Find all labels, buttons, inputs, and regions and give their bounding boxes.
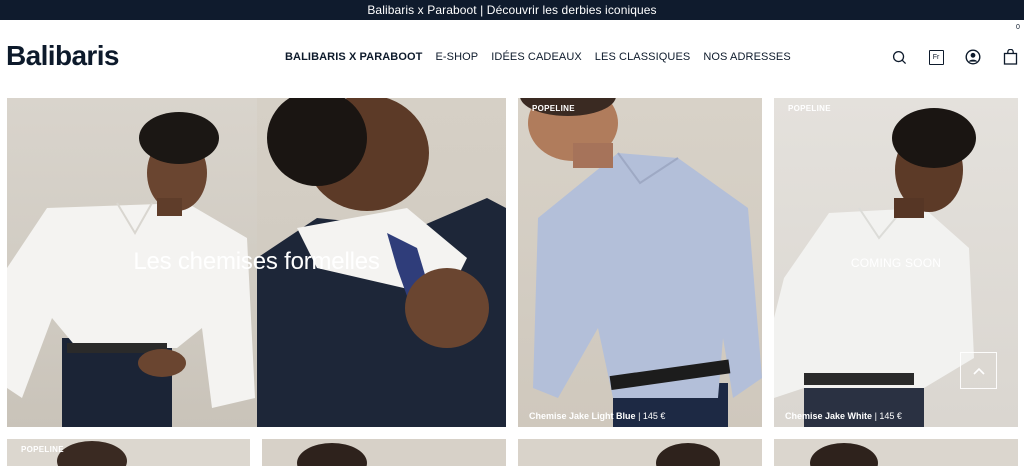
- product-card[interactable]: [774, 439, 1018, 466]
- hero-title[interactable]: Les chemises formelles: [7, 248, 506, 276]
- product-card[interactable]: [518, 439, 762, 466]
- language-label: Fr: [928, 49, 944, 65]
- product-tag: POPELINE: [21, 445, 64, 454]
- announcement-text[interactable]: Balibaris x Paraboot | Découvrir les der…: [367, 3, 656, 17]
- search-icon[interactable]: [890, 48, 908, 66]
- product-name: Chemise Jake Light Blue: [529, 411, 636, 421]
- nav-item-idees-cadeaux[interactable]: IDÉES CADEAUX: [491, 51, 582, 63]
- back-to-top-button[interactable]: [960, 352, 997, 389]
- product-price: 145 €: [879, 411, 902, 421]
- nav-item-eshop[interactable]: E-SHOP: [435, 51, 478, 63]
- product-caption[interactable]: Chemise Jake White | 145 €: [785, 411, 902, 421]
- user-icon[interactable]: [964, 48, 982, 66]
- cart-count-badge: 0: [1016, 24, 1020, 31]
- product-name: Chemise Jake White: [785, 411, 873, 421]
- product-card[interactable]: POPELINE: [7, 439, 250, 466]
- product-tag: POPELINE: [532, 104, 575, 113]
- product-price: 145 €: [642, 411, 666, 421]
- chevron-up-icon: [972, 367, 985, 375]
- bag-icon[interactable]: [1001, 48, 1019, 66]
- nav-item-les-classiques[interactable]: LES CLASSIQUES: [595, 51, 691, 63]
- nav-item-nos-adresses[interactable]: NOS ADRESSES: [703, 51, 790, 63]
- coming-soon-label: COMING SOON: [850, 256, 942, 270]
- main-nav: BALIBARIS X PARABOOT E-SHOP IDÉES CADEAU…: [285, 51, 791, 63]
- product-card[interactable]: [262, 439, 506, 466]
- product-image: [520, 98, 762, 427]
- announcement-bar[interactable]: Balibaris x Paraboot | Découvrir les der…: [0, 0, 1024, 20]
- brand-logo[interactable]: Balibaris: [6, 40, 119, 72]
- nav-item-balibaris-x-paraboot[interactable]: BALIBARIS X PARABOOT: [285, 51, 422, 63]
- language-selector[interactable]: Fr: [927, 48, 945, 66]
- product-tag: POPELINE: [788, 104, 831, 113]
- product-caption[interactable]: Chemise Jake Light Blue | 145 €: [529, 411, 665, 421]
- site-header: Balibaris BALIBARIS X PARABOOT E-SHOP ID…: [0, 20, 1024, 97]
- hero-banner[interactable]: Les chemises formelles: [7, 98, 506, 427]
- product-card[interactable]: POPELINE Chemise Jake Light Blue | 145 €: [518, 98, 762, 427]
